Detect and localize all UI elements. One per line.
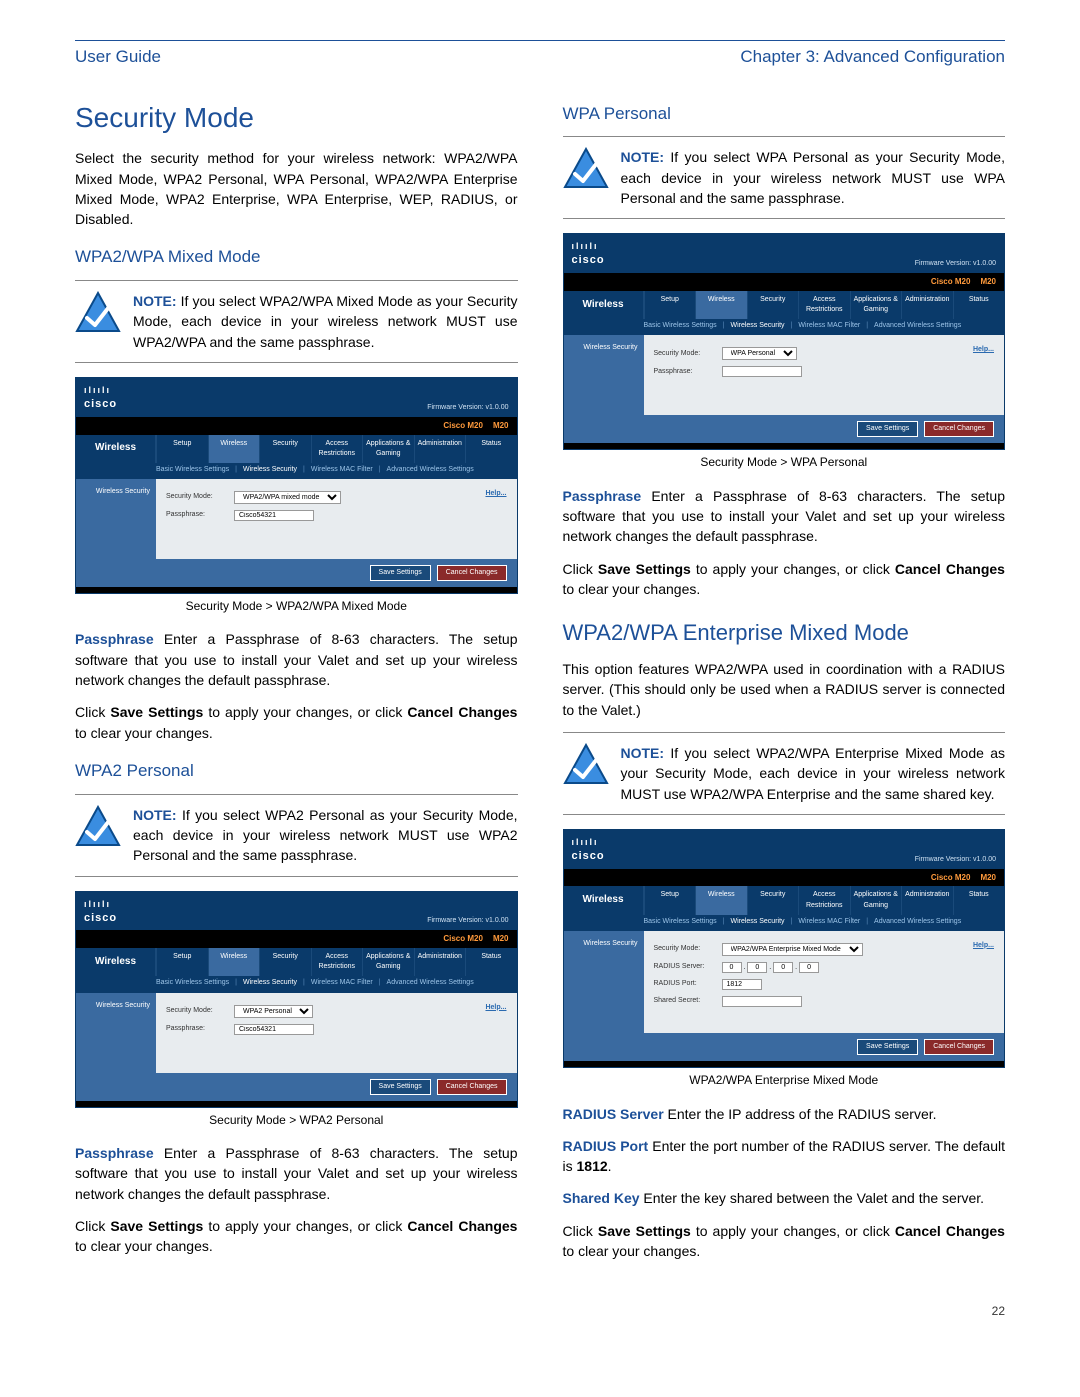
caption-3: Security Mode > WPA Personal — [563, 454, 1006, 471]
check-icon — [75, 291, 121, 337]
screenshot-wpa-personal: ılıılıcisco Firmware Version: v1.0.00 Ci… — [563, 233, 1006, 450]
save-para-3: Click Save Settings to apply your change… — [563, 559, 1006, 600]
sub-wpa2-wpa-mixed: WPA2/WPA Mixed Mode — [75, 245, 518, 270]
caption-1: Security Mode > WPA2/WPA Mixed Mode — [75, 598, 518, 615]
passphrase-para-1: Passphrase Enter a Passphrase of 8-63 ch… — [75, 629, 518, 690]
page-number: 22 — [75, 1303, 1005, 1320]
note-enterprise-mixed: NOTE: If you select WPA2/WPA Enterprise … — [563, 732, 1006, 815]
sub-wpa-personal: WPA Personal — [563, 102, 1006, 127]
passphrase-para-3: Passphrase Enter a Passphrase of 8-63 ch… — [563, 486, 1006, 547]
h2-enterprise-mixed: WPA2/WPA Enterprise Mixed Mode — [563, 617, 1006, 649]
security-mode-select[interactable]: WPA2/WPA mixed mode — [234, 491, 341, 504]
cisco-logo: ılıılıcisco — [572, 836, 605, 865]
left-column: Security Mode Select the security method… — [75, 98, 518, 1274]
radius-server-para: RADIUS Server Enter the IP address of th… — [563, 1104, 1006, 1124]
save-para-4: Click Save Settings to apply your change… — [563, 1221, 1006, 1262]
caption-2: Security Mode > WPA2 Personal — [75, 1112, 518, 1129]
check-icon — [75, 805, 121, 851]
passphrase-input[interactable] — [234, 510, 314, 521]
passphrase-input[interactable] — [234, 1024, 314, 1035]
caption-4: WPA2/WPA Enterprise Mixed Mode — [563, 1072, 1006, 1089]
note-wpa-personal: NOTE: If you select WPA Personal as your… — [563, 136, 1006, 219]
header-right: Chapter 3: Advanced Configuration — [740, 45, 1005, 70]
note-wpa2-personal: NOTE: If you select WPA2 Personal as you… — [75, 794, 518, 877]
tab-apps[interactable]: Applications & Gaming — [362, 435, 414, 463]
tab-status[interactable]: Status — [465, 435, 517, 463]
note-text: NOTE: If you select WPA2/WPA Mixed Mode … — [133, 291, 518, 352]
tab-security[interactable]: Security — [259, 435, 311, 463]
check-icon — [563, 743, 609, 789]
shared-key-para: Shared Key Enter the key shared between … — [563, 1188, 1006, 1208]
save-settings-button[interactable]: Save Settings — [370, 565, 431, 581]
save-para-1: Click Save Settings to apply your change… — [75, 702, 518, 743]
screenshot-wpa2-personal: ılıılıcisco Firmware Version: v1.0.00 Ci… — [75, 891, 518, 1108]
tab-admin[interactable]: Administration — [414, 435, 466, 463]
h1-security-mode: Security Mode — [75, 98, 518, 139]
intro-text: Select the security method for your wire… — [75, 148, 518, 229]
cancel-changes-button[interactable]: Cancel Changes — [437, 565, 507, 581]
enterprise-intro: This option features WPA2/WPA used in co… — [563, 659, 1006, 720]
note-text: NOTE: If you select WPA2 Personal as you… — [133, 805, 518, 866]
header-left: User Guide — [75, 45, 161, 70]
tab-access[interactable]: Access Restrictions — [311, 435, 363, 463]
radius-port-para: RADIUS Port Enter the port number of the… — [563, 1136, 1006, 1177]
passphrase-para-2: Passphrase Enter a Passphrase of 8-63 ch… — [75, 1143, 518, 1204]
tab-wireless[interactable]: Wireless — [208, 435, 260, 463]
save-para-2: Click Save Settings to apply your change… — [75, 1216, 518, 1257]
right-column: WPA Personal NOTE: If you select WPA Per… — [563, 98, 1006, 1274]
security-mode-select[interactable]: WPA2/WPA Enterprise Mixed Mode — [722, 943, 863, 956]
tab-setup[interactable]: Setup — [156, 435, 208, 463]
security-mode-select[interactable]: WPA Personal — [722, 347, 797, 360]
cisco-logo: ılıılıcisco — [572, 240, 605, 269]
shared-secret-input[interactable] — [722, 996, 802, 1007]
sub-wpa2-personal: WPA2 Personal — [75, 759, 518, 784]
cisco-logo: ılıılıcisco — [84, 898, 117, 927]
security-mode-select[interactable]: WPA2 Personal — [234, 1005, 313, 1018]
radius-port-input[interactable] — [722, 979, 762, 990]
note-wpa2-wpa-mixed: NOTE: If you select WPA2/WPA Mixed Mode … — [75, 280, 518, 363]
check-icon — [563, 147, 609, 193]
radius-server-ip: . . . — [722, 962, 820, 973]
screenshot-wpa2-wpa-mixed: ılıılıcisco Firmware Version: v1.0.00 Ci… — [75, 377, 518, 594]
help-link[interactable]: Help... — [485, 489, 506, 499]
cisco-logo: ılıılıcisco — [84, 384, 117, 413]
passphrase-input[interactable] — [722, 366, 802, 377]
page-header: User Guide Chapter 3: Advanced Configura… — [75, 45, 1005, 70]
screenshot-enterprise-mixed: ılıılıcisco Firmware Version: v1.0.00 Ci… — [563, 829, 1006, 1068]
